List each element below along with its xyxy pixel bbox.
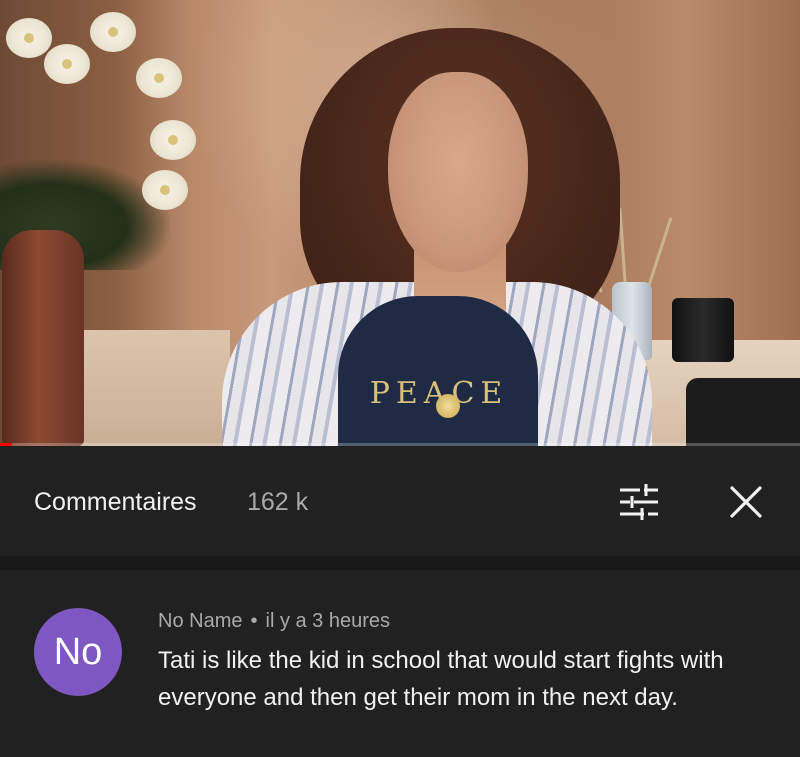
person-face [388,72,528,272]
comment-author[interactable]: No Name [158,610,242,632]
orchid-flower [150,120,196,160]
sort-filter-icon[interactable] [618,484,660,520]
comments-count: 162 k [247,488,309,516]
flower-vase [2,230,84,446]
diffuser-stick [646,217,673,291]
orchid-flower [44,44,90,84]
section-divider [0,556,800,570]
comments-header: Commentaires 162 k [0,446,800,556]
orchid-flower [6,18,52,58]
comment-timestamp: il y a 3 heures [265,610,391,632]
necklace-pendant [436,394,460,418]
orchid-flower [136,58,182,98]
orchid-flower [142,170,188,210]
comment-text: Tati is like the kid in school that woul… [158,647,724,711]
comments-title: Commentaires [34,488,197,516]
close-icon[interactable] [728,484,764,520]
meta-separator: • [250,610,258,632]
orchid-flower [90,12,136,52]
avatar[interactable]: No [34,608,122,696]
background-floor [80,330,230,446]
avatar-initials: No [53,630,103,673]
candle [672,298,734,362]
chair [686,378,800,446]
comment-meta: No Name • il y a 3 heures [158,610,390,633]
video-player[interactable]: PEACE [0,0,800,446]
comment-item: No No Name • il y a 3 heures Tati is like … [0,570,800,757]
